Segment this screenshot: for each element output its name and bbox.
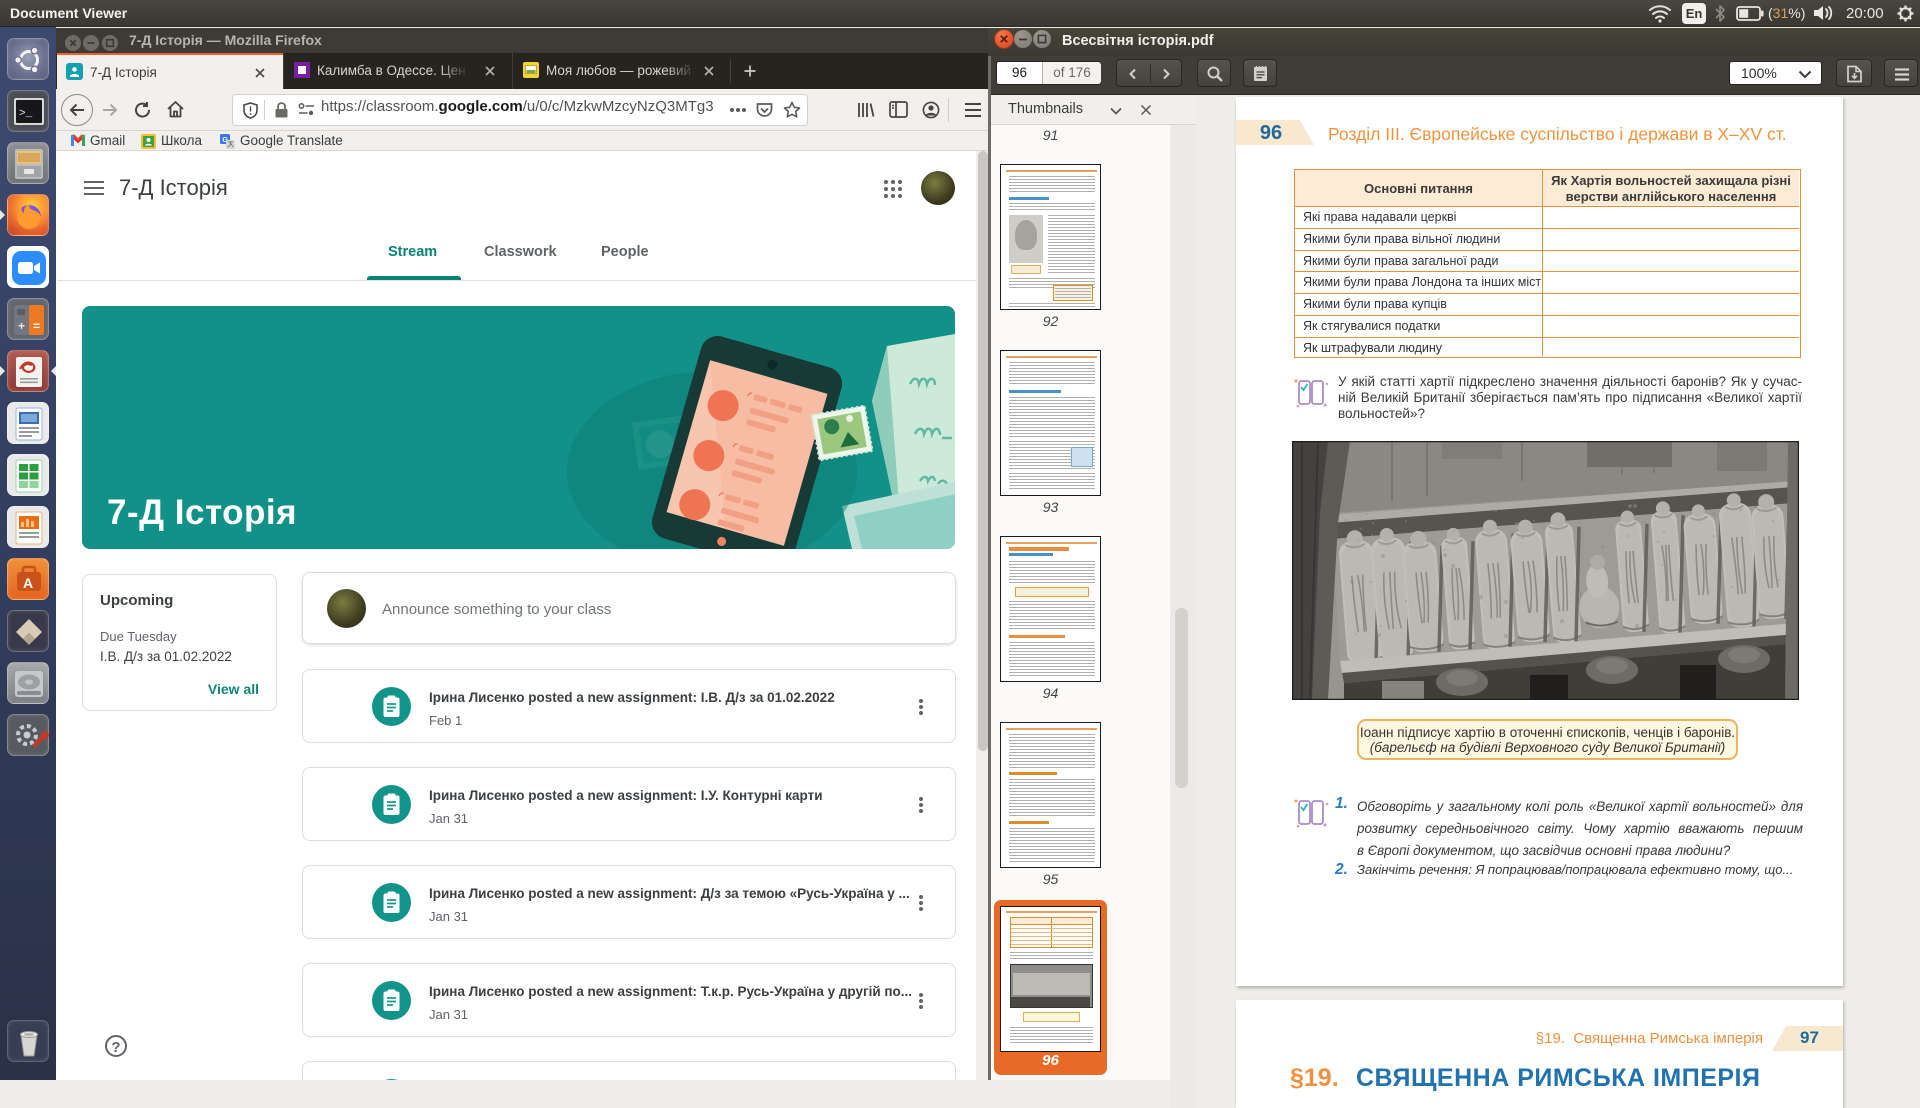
svg-text:A: A — [23, 575, 33, 591]
svg-text:>_: >_ — [19, 108, 33, 120]
svg-text:=: = — [33, 319, 40, 333]
svg-text:+: + — [18, 319, 25, 333]
